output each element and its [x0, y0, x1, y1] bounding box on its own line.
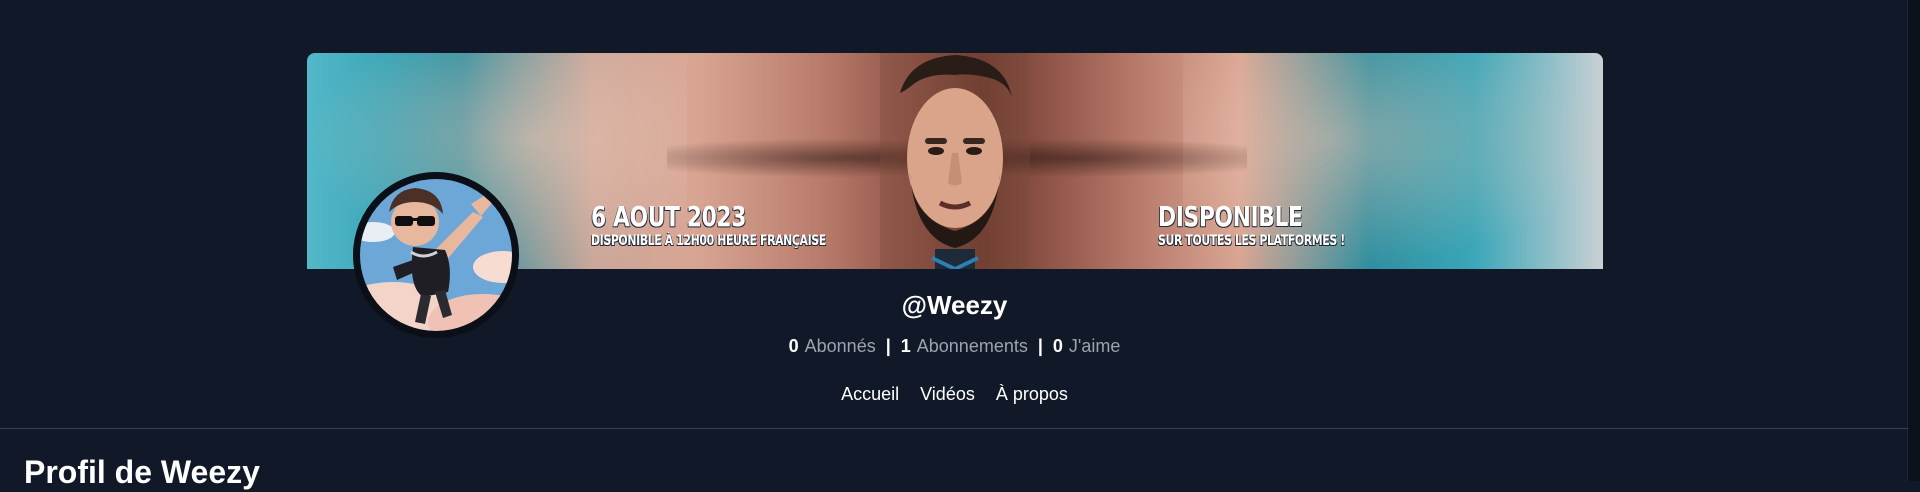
banner-date-subtitle: DISPONIBLE À 12H00 HEURE FRANÇAISE: [591, 233, 826, 249]
nav-item-a-propos[interactable]: À propos: [996, 384, 1068, 404]
nav-item-accueil[interactable]: Accueil: [841, 384, 899, 404]
banner-available-subtitle: SUR TOUTES LES PLATFORMES !: [1158, 233, 1345, 249]
banner-portrait-image: [880, 53, 1030, 269]
stats-separator: |: [1037, 336, 1043, 356]
profile-username: @Weezy: [901, 290, 1008, 320]
profile-nav: Accueil Vidéos À propos: [0, 384, 1909, 405]
page-title: Profil de Weezy: [24, 454, 260, 490]
banner-available-title: DISPONIBLE: [1158, 200, 1303, 233]
following-count: 1: [900, 336, 911, 356]
scrollbar[interactable]: [1907, 0, 1920, 481]
followers-count: 0: [788, 336, 799, 356]
followers-label[interactable]: Abonnés: [805, 336, 876, 356]
divider: [0, 428, 1908, 429]
profile-stats: 0 Abonnés | 1 Abonnements | 0 J'aime: [0, 336, 1909, 357]
likes-count: 0: [1052, 336, 1063, 356]
banner-date-title: 6 AOUT 2023: [591, 200, 747, 233]
nav-item-videos[interactable]: Vidéos: [920, 384, 975, 404]
following-label[interactable]: Abonnements: [917, 336, 1028, 356]
stats-separator: |: [885, 336, 891, 356]
likes-label: J'aime: [1068, 336, 1121, 356]
